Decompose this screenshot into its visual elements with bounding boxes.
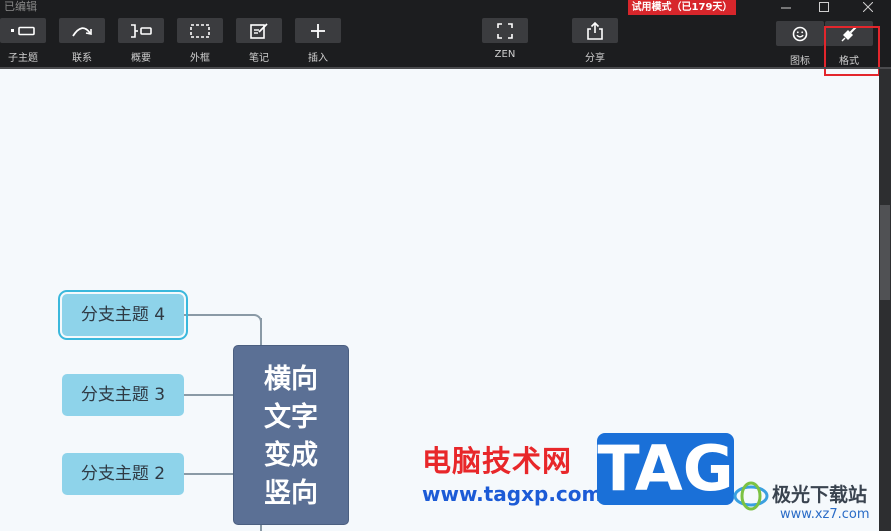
watermark-site-name: 电脑技术网	[422, 444, 573, 478]
minimize-button[interactable]	[766, 0, 806, 14]
boundary-button[interactable]	[177, 18, 223, 43]
relation-button[interactable]	[59, 18, 105, 43]
branch-topic-2[interactable]: 分支主题 2	[62, 453, 184, 495]
note-label: 笔记	[249, 53, 269, 64]
scrollbar-thumb[interactable]	[880, 205, 890, 300]
summary-icon	[131, 23, 152, 38]
relation-label: 联系	[72, 53, 92, 64]
icon-panel-button[interactable]	[776, 21, 824, 46]
share-icon	[587, 21, 603, 40]
central-topic-text: 横向 文字 变成 竖向	[264, 364, 318, 509]
summary-button[interactable]	[118, 18, 164, 43]
branch-topic-4[interactable]: 分支主题 4	[58, 290, 188, 340]
close-button[interactable]	[848, 0, 888, 14]
zen-button[interactable]	[482, 18, 528, 43]
close-icon	[863, 2, 873, 12]
branch-topic-3[interactable]: 分支主题 3	[62, 374, 184, 416]
connector-branch-2	[184, 473, 234, 475]
connector-branch-3	[184, 394, 234, 396]
fullscreen-icon	[497, 22, 513, 39]
central-topic[interactable]: 横向 文字 变成 竖向	[234, 346, 348, 524]
connector-branch-4	[184, 314, 254, 316]
subtopic-button[interactable]	[0, 18, 46, 43]
subtopic-icon	[11, 26, 35, 35]
plus-icon	[311, 23, 325, 38]
vertical-scrollbar[interactable]	[879, 69, 891, 531]
summary-label: 概要	[131, 53, 151, 64]
insert-label: 插入	[308, 53, 328, 64]
note-button[interactable]	[236, 18, 282, 43]
share-button[interactable]	[572, 18, 618, 43]
zen-label: ZEN	[494, 49, 516, 60]
boundary-icon	[190, 23, 210, 38]
note-icon	[250, 22, 268, 39]
insert-button[interactable]	[295, 18, 341, 43]
maximize-icon	[819, 2, 829, 12]
subtopic-label: 子主题	[8, 53, 38, 64]
relation-icon	[72, 26, 92, 36]
smiley-icon	[792, 26, 808, 41]
window-title: 已编辑	[4, 0, 37, 13]
maximize-button[interactable]	[804, 0, 844, 14]
share-label: 分享	[585, 53, 605, 64]
toolbar: 已编辑 试用模式（已179天） 子主题 联系 概要 外框 笔记 插入 ZEN 分…	[0, 0, 891, 67]
trial-badge[interactable]: 试用模式（已179天）	[628, 0, 736, 15]
connector-bottom	[260, 524, 262, 531]
aurora-logo-icon	[733, 481, 769, 511]
watermark-site-url: www.tagxp.com	[422, 482, 603, 506]
watermark-xz-name: 极光下载站	[772, 484, 868, 506]
watermark-tag-logo: TAG	[597, 432, 734, 505]
watermark-xz-url: www.xz7.com	[780, 507, 870, 522]
minimize-icon	[781, 7, 791, 9]
boundary-label: 外框	[190, 53, 210, 64]
